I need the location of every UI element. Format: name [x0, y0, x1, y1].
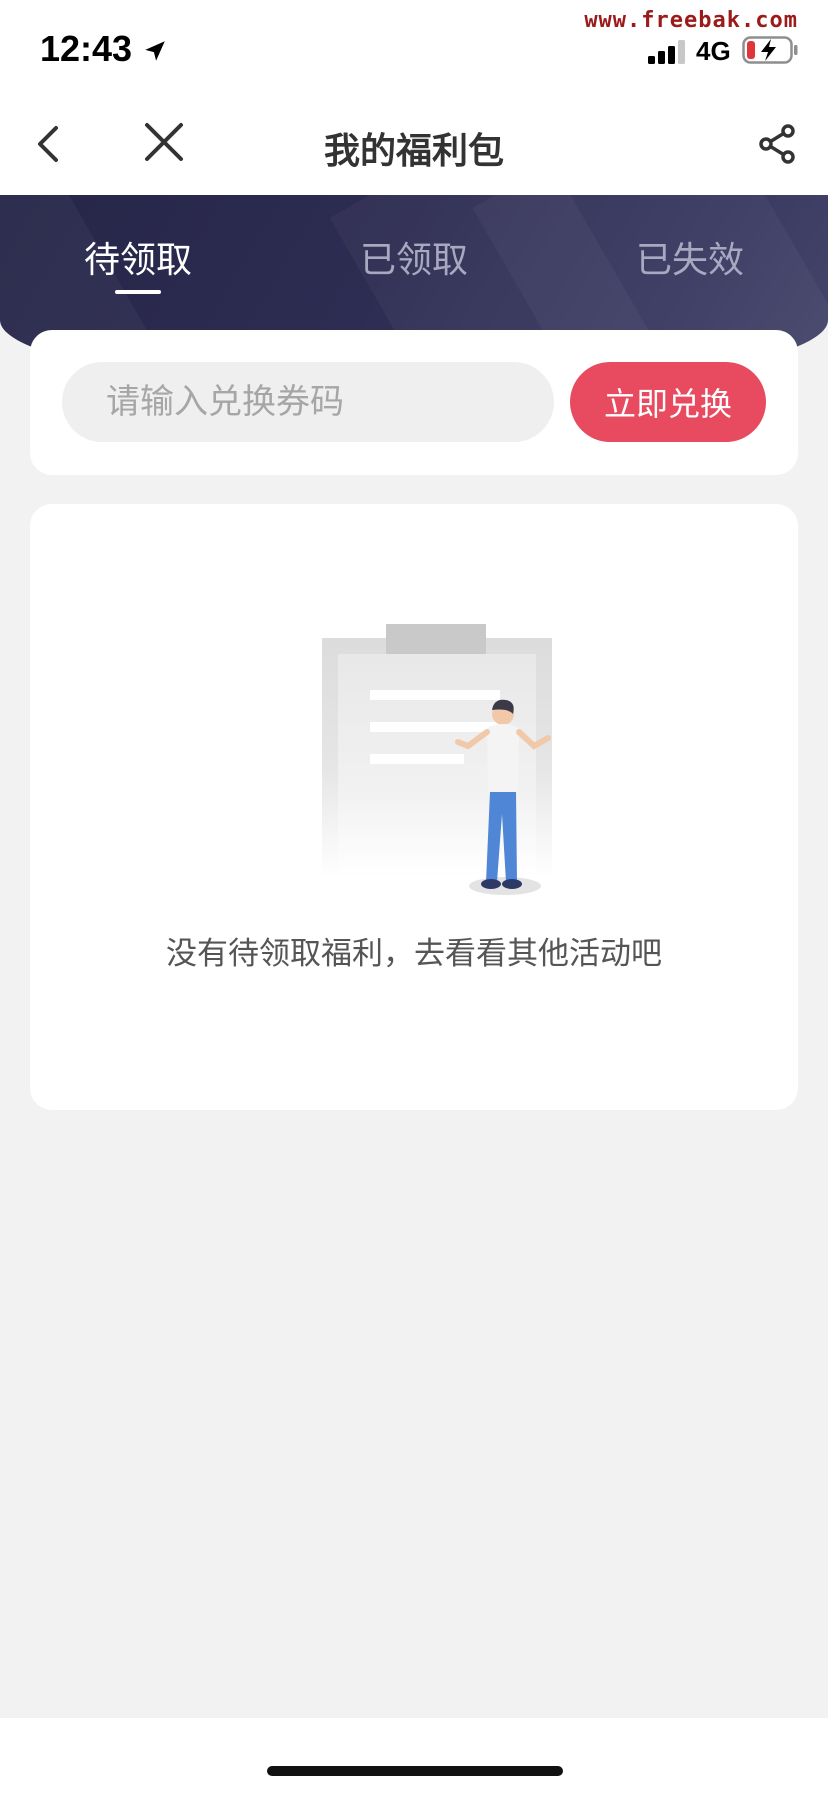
location-arrow-icon [145, 41, 165, 61]
active-tab-indicator [115, 290, 161, 294]
empty-state-message: 没有待领取福利，去看看其他活动吧 [166, 936, 662, 972]
redeem-button[interactable]: 立即兑换 [570, 362, 766, 442]
status-bar: 12:43 www.freebak.com 4G [0, 0, 828, 92]
watermark-text: www.freebak.com [584, 8, 798, 33]
tab-received[interactable]: 已领取 [314, 231, 514, 283]
tab-expired[interactable]: 已失效 [590, 231, 790, 283]
coupon-code-input[interactable] [62, 362, 554, 442]
nav-bar: 我的福利包 [0, 92, 828, 195]
status-time: 12:43 [40, 28, 133, 69]
battery-charging-icon [742, 36, 798, 64]
home-indicator[interactable] [267, 1766, 563, 1776]
redeem-card: 立即兑换 [30, 330, 798, 475]
empty-clipboard-illustration [322, 624, 552, 895]
share-button[interactable] [750, 116, 806, 172]
tab-bar: 待领取 已领取 已失效 [0, 195, 828, 305]
share-icon [759, 124, 795, 164]
empty-state-card: 没有待领取福利，去看看其他活动吧 [30, 504, 798, 1110]
network-type: 4G [696, 36, 731, 66]
home-indicator-area [0, 1718, 828, 1793]
signal-icon [648, 40, 685, 64]
tab-pending[interactable]: 待领取 [38, 231, 238, 283]
page-title: 我的福利包 [323, 131, 504, 172]
page: 12:43 www.freebak.com 4G 我的福利包 待领取 已领取 已… [0, 0, 828, 1793]
